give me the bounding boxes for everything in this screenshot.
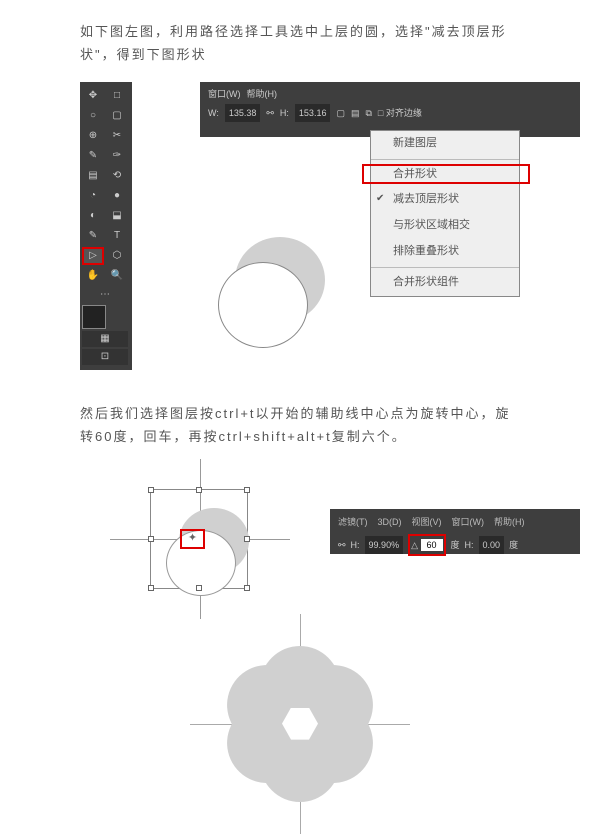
menu-exclude[interactable]: 排除重叠形状 xyxy=(371,239,519,265)
h-label: H: xyxy=(280,105,289,121)
tool-blur[interactable]: ⬓ xyxy=(106,207,128,225)
skew-h-label: H: xyxy=(465,537,474,553)
angle-unit: 度 xyxy=(451,537,460,553)
h-value2[interactable]: 99.90% xyxy=(365,536,404,554)
skew-unit: 度 xyxy=(509,537,518,553)
menu-intersect[interactable]: 与形状区域相交 xyxy=(371,213,519,239)
menu-merge-components[interactable]: 合并形状组件 xyxy=(371,270,519,296)
tool-gradient[interactable]: ● xyxy=(106,187,128,205)
tool-shape[interactable]: ⬡ xyxy=(106,247,128,265)
quickmask-icon[interactable]: ▦ xyxy=(82,331,128,347)
pathop-icon[interactable]: ▢ xyxy=(336,105,345,121)
handle-bl[interactable] xyxy=(148,585,154,591)
tool-separator: ⋯ xyxy=(82,287,128,303)
tool-marquee[interactable]: □ xyxy=(106,87,128,105)
fg-bg-swatch[interactable] xyxy=(82,305,106,329)
angle-value[interactable]: 60 xyxy=(421,539,443,551)
tool-hand[interactable]: ✋ xyxy=(82,267,104,285)
pivot-highlight: ✦ xyxy=(180,529,205,549)
tool-dodge[interactable]: ◐ xyxy=(82,207,104,225)
tool-lasso[interactable]: ○ xyxy=(82,107,104,125)
h-value[interactable]: 153.16 xyxy=(295,104,331,122)
w-value[interactable]: 135.38 xyxy=(225,104,261,122)
handle-tm[interactable] xyxy=(196,487,202,493)
menu-separator xyxy=(371,267,519,268)
menu-window2[interactable]: 窗口(W) xyxy=(452,514,485,530)
menu-subtract-front[interactable]: 减去顶层形状 xyxy=(371,187,519,213)
menu-separator xyxy=(371,159,519,160)
handle-bm[interactable] xyxy=(196,585,202,591)
highlight-subtract xyxy=(362,164,530,184)
tool-brush[interactable]: ✎ xyxy=(82,147,104,165)
tool-clone[interactable]: ▤ xyxy=(82,167,104,185)
handle-ml[interactable] xyxy=(148,536,154,542)
tool-pencil[interactable]: ✑ xyxy=(106,147,128,165)
tool-slice[interactable]: ✂ xyxy=(106,127,128,145)
menu-help[interactable]: 帮助(H) xyxy=(247,86,278,102)
menu-help2[interactable]: 帮助(H) xyxy=(494,514,525,530)
menu-3d[interactable]: 3D(D) xyxy=(378,514,402,530)
link-icon[interactable]: ⚯ xyxy=(266,105,274,121)
circle-front xyxy=(218,262,308,348)
handle-mr[interactable] xyxy=(244,536,250,542)
toolbox: ✥ □ ○ ▢ ⊕ ✂ ✎ ✑ ▤ ⟲ ◔ ● ◐ ⬓ ✎ T ▷ ⬡ ✋ 🔍 … xyxy=(80,82,132,370)
menu-filter[interactable]: 滤镜(T) xyxy=(338,514,368,530)
menu-view[interactable]: 视图(V) xyxy=(412,514,442,530)
instruction-1: 如下图左图，利用路径选择工具选中上层的圆，选择"减去顶层形状"，得到下图形状 xyxy=(80,20,520,67)
options-bar: 窗口(W) 帮助(H) W: 135.38 ⚯ H: 153.16 ▢ ▤ ⧉ … xyxy=(200,82,580,137)
circles-result xyxy=(210,232,360,382)
tool-move[interactable]: ✥ xyxy=(82,87,104,105)
skew-h-value[interactable]: 0.00 xyxy=(479,536,505,554)
transform-options-bar: 滤镜(T) 3D(D) 视图(V) 窗口(W) 帮助(H) ⚯ H: 99.90… xyxy=(330,509,580,554)
handle-tr[interactable] xyxy=(244,487,250,493)
tool-eraser[interactable]: ◔ xyxy=(82,187,104,205)
w-label: W: xyxy=(208,105,219,121)
arrange-icon[interactable]: ⧉ xyxy=(365,105,371,121)
menu-window[interactable]: 窗口(W) xyxy=(208,86,241,102)
link-icon2[interactable]: ⚯ xyxy=(338,537,346,553)
instruction-2: 然后我们选择图层按ctrl+t以开始的辅助线中心点为旋转中心，旋转60度，回车，… xyxy=(80,402,520,449)
tool-crop[interactable]: ▢ xyxy=(106,107,128,125)
align-edges[interactable]: □ 对齐边缘 xyxy=(378,105,422,121)
handle-tl[interactable] xyxy=(148,487,154,493)
tool-type[interactable]: T xyxy=(106,227,128,245)
align-icon[interactable]: ▤ xyxy=(351,105,360,121)
menu-new-layer[interactable]: 新建图层 xyxy=(371,131,519,157)
screenmode-icon[interactable]: ⊡ xyxy=(82,349,128,365)
angle-highlight: △ 60 xyxy=(408,534,445,556)
angle-symbol: △ xyxy=(411,540,418,550)
tool-path-select[interactable]: ▷ xyxy=(82,247,104,265)
tool-pen[interactable]: ✎ xyxy=(82,227,104,245)
flower-result xyxy=(210,634,390,814)
tool-history[interactable]: ⟲ xyxy=(106,167,128,185)
handle-br[interactable] xyxy=(244,585,250,591)
h-label2: H: xyxy=(351,537,360,553)
context-menu: 新建图层 合并形状 减去顶层形状 与形状区域相交 排除重叠形状 合并形状组件 xyxy=(370,130,520,297)
tool-eyedrop[interactable]: ⊕ xyxy=(82,127,104,145)
tool-zoom[interactable]: 🔍 xyxy=(106,267,128,285)
